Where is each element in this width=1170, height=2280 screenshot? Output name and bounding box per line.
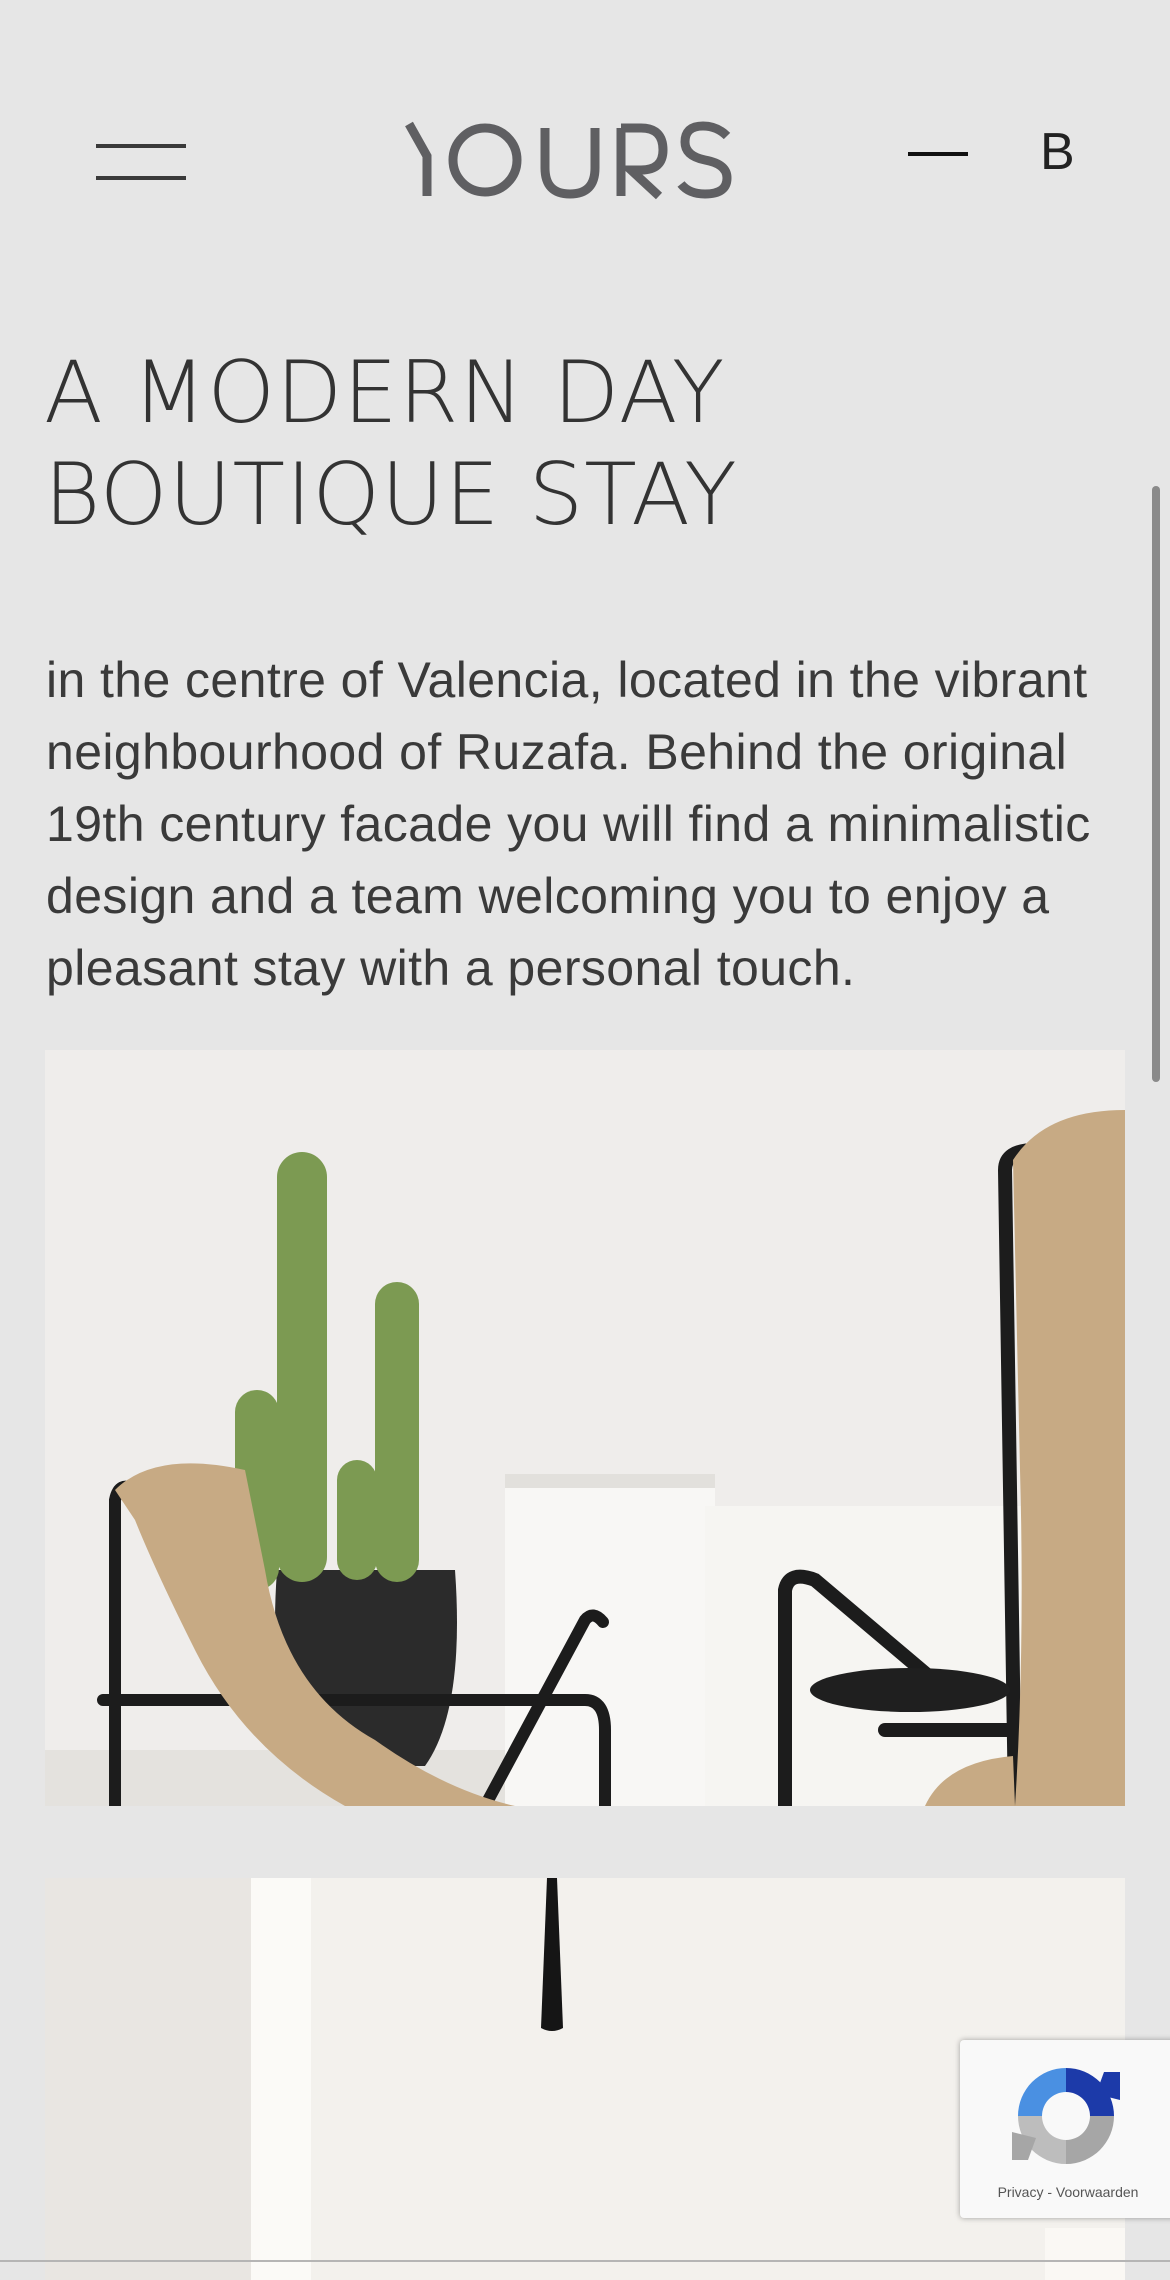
intro-line-1: in the centre of Valencia, located in th…	[46, 652, 1088, 708]
intro-line-5: pleasant stay with a personal touch.	[46, 940, 856, 996]
recaptcha-privacy-link[interactable]: Privacy	[998, 2184, 1044, 2200]
bottom-divider	[0, 2260, 1170, 2262]
scrollbar-thumb[interactable]	[1152, 486, 1160, 1082]
language-switch-dash[interactable]	[908, 152, 968, 156]
menu-line-bottom	[96, 176, 186, 180]
hamburger-menu-icon[interactable]	[96, 142, 186, 184]
recaptcha-links: Privacy - Voorwaarden	[960, 2184, 1170, 2200]
intro-line-3: 19th century facade you will find a mini…	[46, 796, 1091, 852]
page: B A MODERN DAY BOUTIQUE STAY in the cent…	[0, 0, 1170, 2280]
page-title: A MODERN DAY BOUTIQUE STAY	[44, 342, 1094, 546]
yours-logo[interactable]	[405, 120, 735, 200]
menu-line-top	[96, 144, 186, 148]
intro-line-2: neighbourhood of Ruzafa. Behind the orig…	[46, 724, 1068, 780]
recaptcha-badge[interactable]: Privacy - Voorwaarden	[960, 2040, 1170, 2218]
intro-paragraph: in the centre of Valencia, located in th…	[46, 644, 1136, 1004]
recaptcha-terms-link[interactable]: Voorwaarden	[1056, 2184, 1139, 2200]
intro-line-4: design and a team welcoming you to enjoy…	[46, 868, 1050, 924]
headline-line-2: BOUTIQUE STAY	[44, 445, 738, 545]
language-switch[interactable]: B	[1040, 126, 1075, 178]
headline-line-1: A MODERN DAY	[44, 343, 726, 443]
photo-cactus-chairs	[45, 1050, 1125, 1806]
recaptcha-separator: -	[1047, 2184, 1053, 2200]
recaptcha-icon	[1012, 2068, 1120, 2164]
